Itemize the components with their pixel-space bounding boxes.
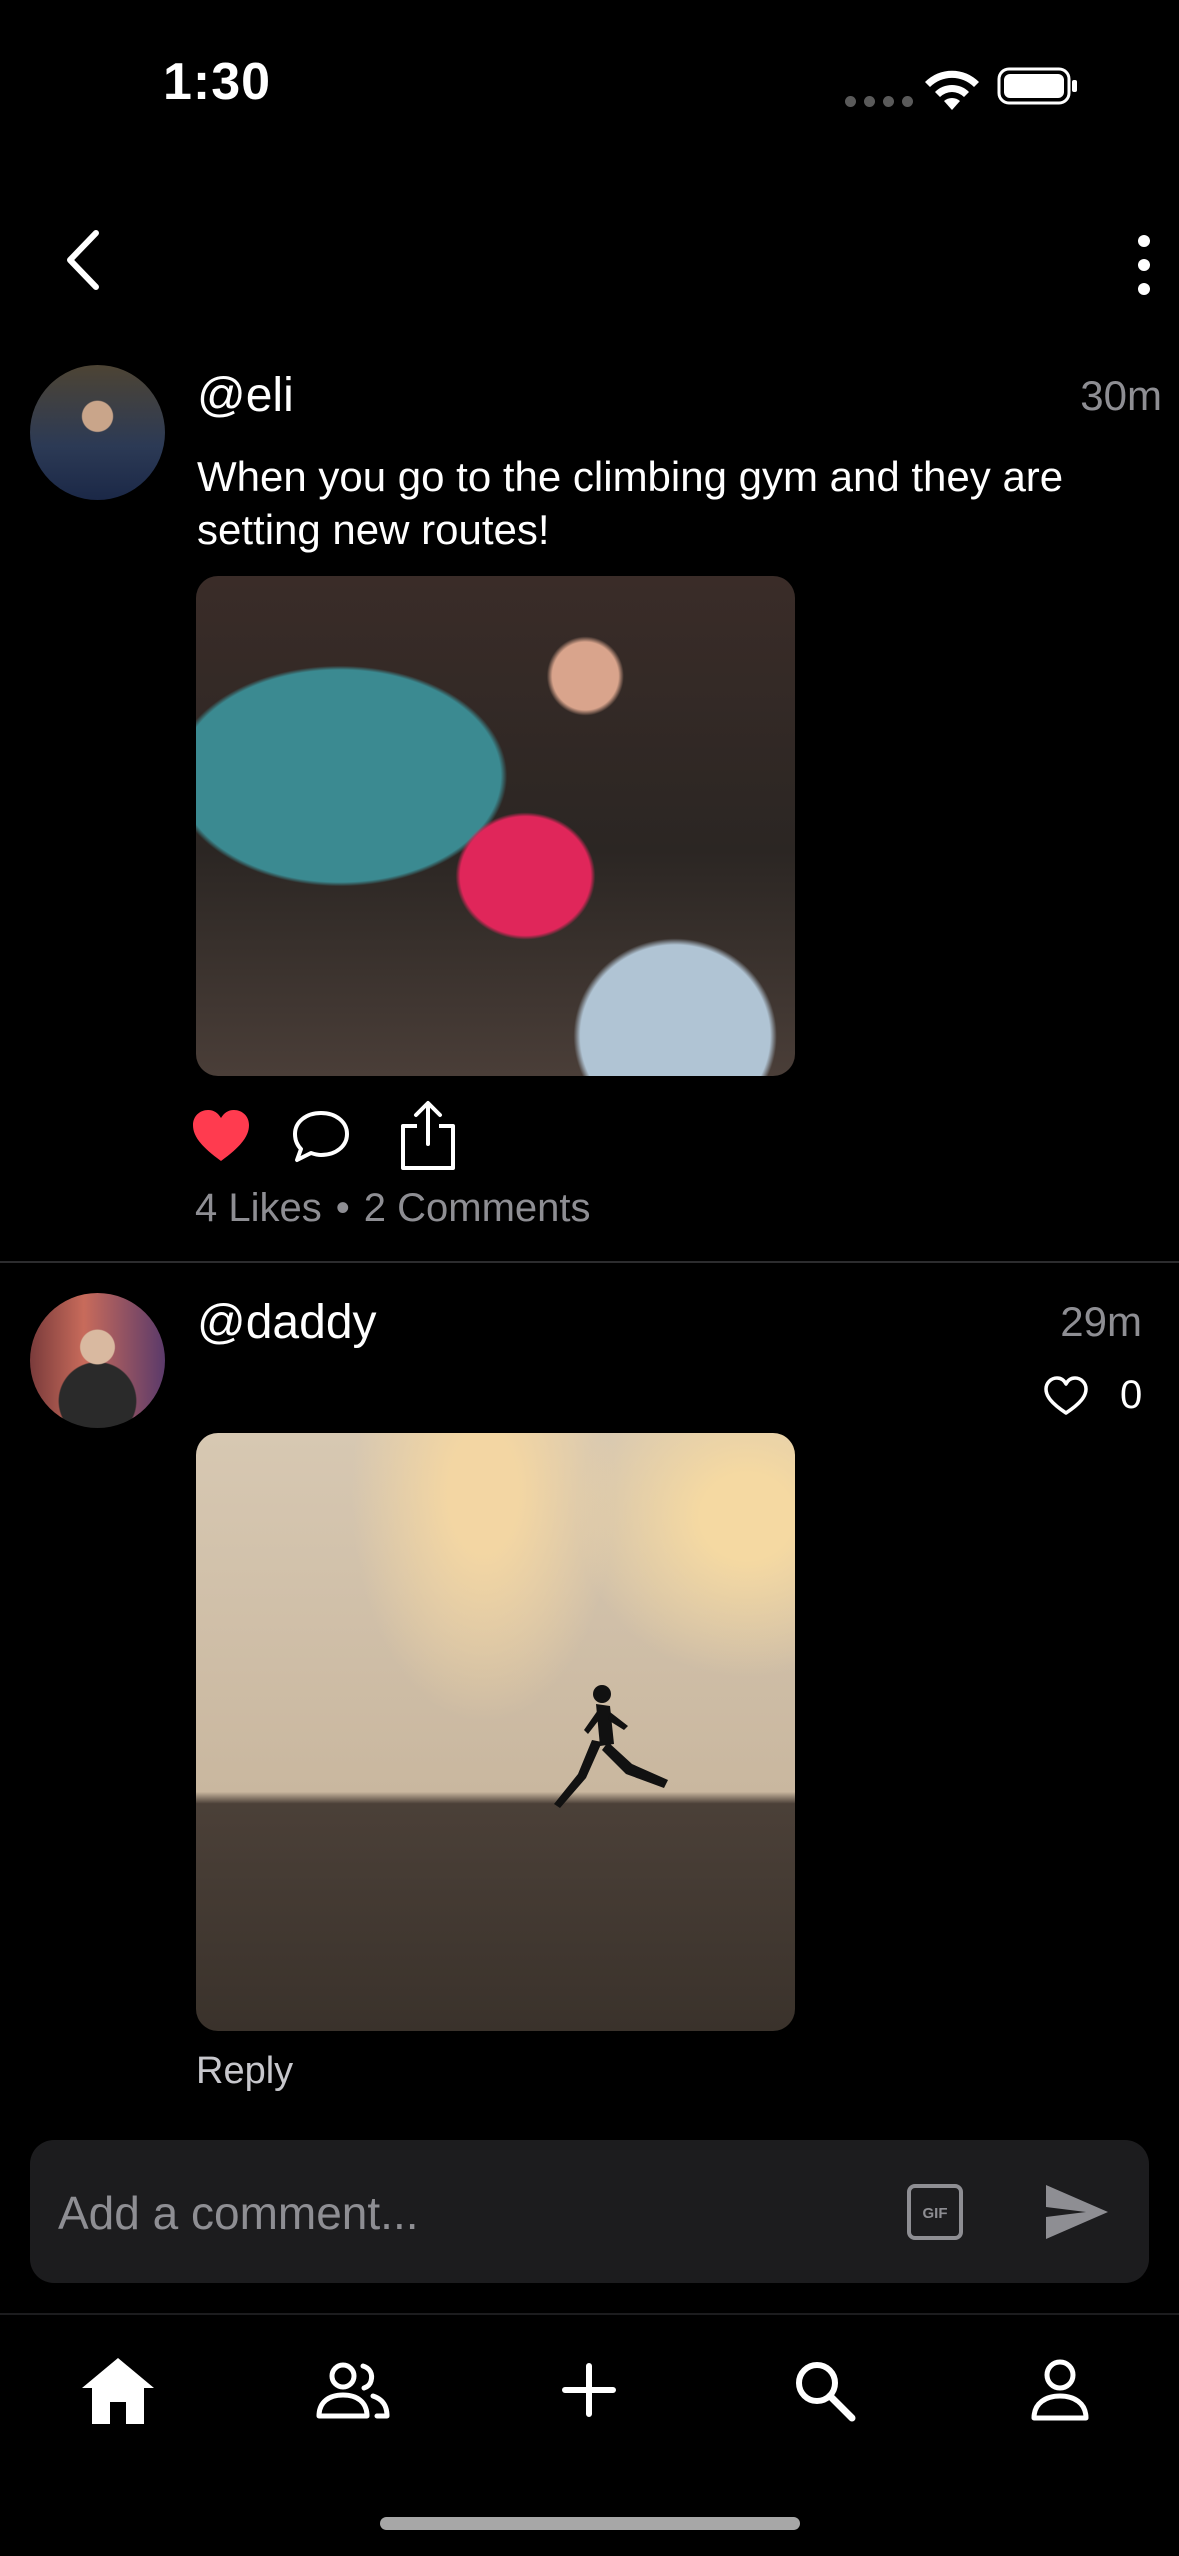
comment-author-handle[interactable]: @daddy (197, 1295, 377, 1350)
tab-bar-divider (0, 2313, 1179, 2315)
profile-icon (1031, 2359, 1089, 2421)
likes-count[interactable]: 4 Likes (195, 1186, 322, 1230)
comment-bubble-icon[interactable] (289, 1105, 353, 1169)
svg-text:GIF: GIF (923, 2205, 948, 2222)
plus-icon (562, 2363, 616, 2417)
battery-icon (997, 67, 1077, 105)
tab-search[interactable] (784, 2350, 864, 2430)
comment-composer: GIF (30, 2140, 1149, 2285)
send-icon[interactable] (1042, 2181, 1112, 2243)
back-chevron-icon[interactable] (56, 225, 116, 295)
search-icon (796, 2362, 856, 2422)
tab-profile[interactable] (1020, 2350, 1100, 2430)
comment-timestamp: 29m (1060, 1298, 1142, 1345)
comment-like-count: 0 (1120, 1373, 1143, 1417)
post-caption: When you go to the climbing gym and they… (197, 453, 1064, 553)
friends-icon (316, 2362, 390, 2419)
post-timestamp: 30m (1080, 372, 1162, 419)
more-vertical-icon[interactable] (1126, 230, 1162, 300)
share-icon[interactable] (397, 1100, 459, 1172)
post-author-handle[interactable]: @eli (197, 368, 294, 423)
avatar[interactable] (30, 1293, 165, 1428)
comment-input[interactable] (56, 2140, 860, 2285)
status-time: 1:30 (163, 53, 272, 111)
cellular-signal-icon (845, 96, 913, 107)
divider (0, 1261, 1179, 1263)
runner-figure (554, 1685, 668, 1808)
wifi-icon (925, 70, 979, 110)
reply-button[interactable]: Reply (196, 2050, 293, 2093)
home-indicator (380, 2517, 800, 2530)
tab-friends[interactable] (313, 2350, 393, 2430)
gif-icon[interactable]: GIF (906, 2183, 964, 2241)
tab-create[interactable] (549, 2350, 629, 2430)
tab-home[interactable] (78, 2350, 158, 2430)
post-stats: 4 Likes • 2 Comments (195, 1186, 591, 1231)
comments-count[interactable]: 2 Comments (364, 1186, 591, 1230)
heart-outline-icon[interactable] (1043, 1375, 1089, 1417)
stats-separator: • (335, 1186, 350, 1230)
comment-gif-image[interactable] (196, 1433, 795, 2031)
post-gif-image[interactable] (196, 576, 795, 1076)
home-icon (82, 2358, 154, 2424)
heart-filled-icon[interactable] (189, 1105, 253, 1169)
avatar[interactable] (30, 365, 165, 500)
